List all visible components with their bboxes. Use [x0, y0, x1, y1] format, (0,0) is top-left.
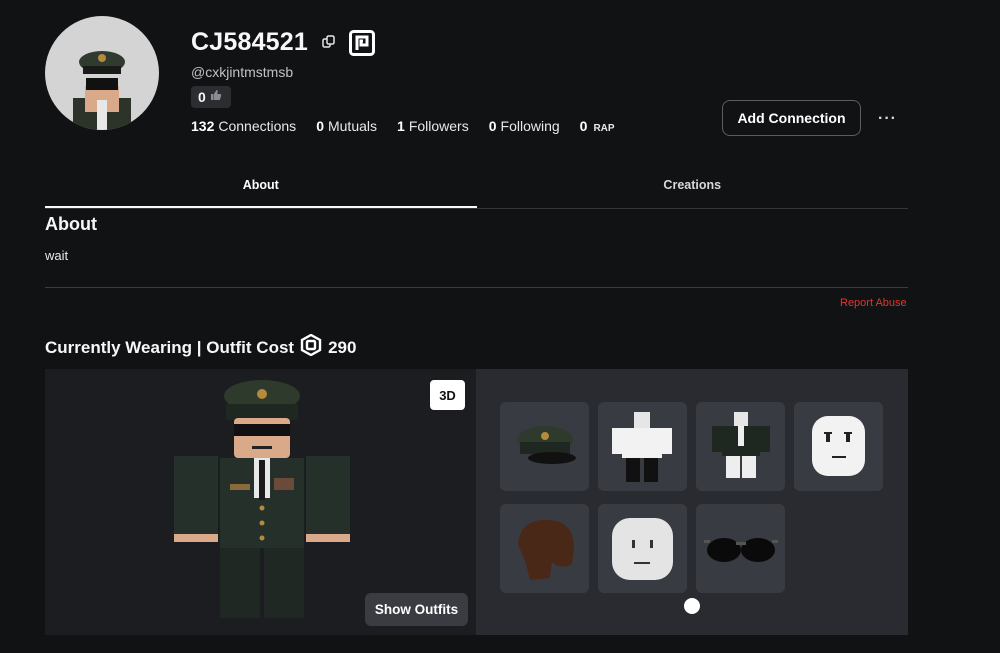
worn-item-cap[interactable]: [500, 402, 589, 491]
worn-item-shirt[interactable]: [598, 402, 687, 491]
add-connection-button[interactable]: Add Connection: [722, 100, 861, 136]
profile-stats: 132 Connections 0 Mutuals 1 Followers 0 Foll…: [191, 118, 615, 134]
worn-item-uniform[interactable]: [696, 402, 785, 491]
premium-badge-icon: [349, 30, 375, 61]
military-cap-icon: [517, 426, 576, 464]
stat-rap: 0 RAP: [579, 118, 615, 134]
aviator-sunglasses-icon: [704, 538, 778, 562]
stat-mutuals[interactable]: 0 Mutuals: [316, 118, 377, 134]
profile-avatar: [45, 16, 159, 130]
about-heading: About: [45, 214, 97, 234]
currently-wearing-title: Currently Wearing | Outfit Cost: [45, 337, 295, 357]
white-shirt-icon: [612, 412, 672, 482]
profile-tabs: About Creations: [45, 170, 908, 209]
copy-icon[interactable]: [322, 35, 336, 54]
report-abuse-link[interactable]: Report Abuse: [840, 297, 907, 309]
likes-count: 0: [198, 89, 206, 105]
tab-creations[interactable]: Creations: [477, 170, 909, 208]
avatar-figure: [170, 378, 354, 625]
profile-handle: @cxkjintmstmsb: [191, 64, 294, 80]
divider: [45, 287, 908, 288]
stat-following[interactable]: 0 Following: [489, 118, 560, 134]
about-description: wait: [45, 248, 69, 263]
more-options-icon[interactable]: ···: [878, 110, 897, 128]
thumbs-up-icon: [210, 88, 222, 106]
brown-hair-icon: [518, 519, 574, 580]
3d-toggle-button[interactable]: 3D: [430, 380, 465, 410]
robux-icon: [300, 333, 322, 361]
worn-item-sunglasses[interactable]: [696, 504, 785, 593]
likes-badge: 0: [191, 86, 231, 108]
worn-item-head[interactable]: [598, 504, 687, 593]
profile-display-name: CJ584521: [191, 28, 308, 56]
head-icon: [612, 518, 673, 580]
outfit-cost: 290: [328, 337, 357, 357]
stat-followers[interactable]: 1 Followers: [397, 118, 469, 134]
tab-about[interactable]: About: [45, 170, 477, 208]
military-uniform-icon: [712, 412, 770, 478]
worn-item-hair[interactable]: [500, 504, 589, 593]
carousel-dot[interactable]: [684, 598, 700, 614]
worn-item-face[interactable]: [794, 402, 883, 491]
stat-connections[interactable]: 132 Connections: [191, 118, 296, 134]
currently-wearing-heading: Currently Wearing | Outfit Cost 290: [45, 333, 357, 361]
show-outfits-button[interactable]: Show Outfits: [365, 593, 468, 626]
face-icon: [812, 416, 865, 476]
